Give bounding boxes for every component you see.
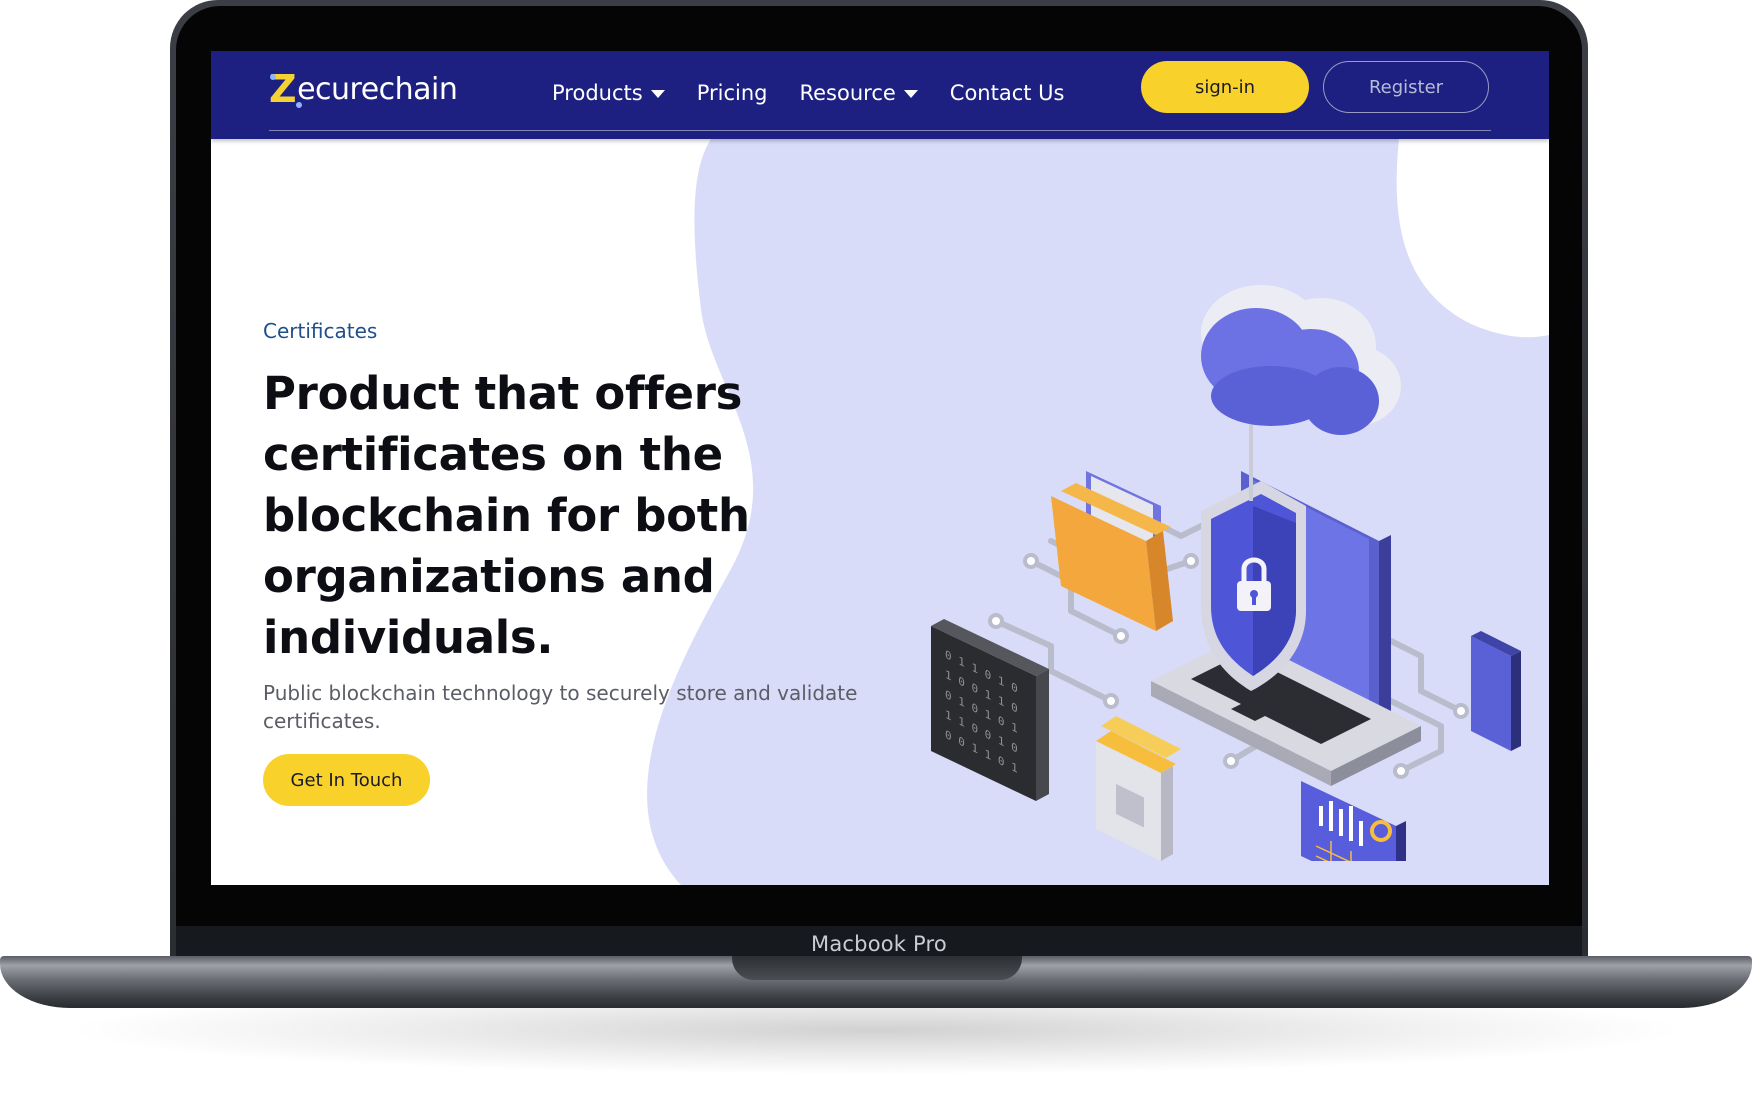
header-divider	[269, 130, 1491, 131]
zecurechain-logo[interactable]: Z ecurechain	[269, 65, 458, 113]
phone-icon	[1471, 631, 1521, 751]
nav-products-label: Products	[552, 81, 643, 105]
nav-products[interactable]: Products	[552, 81, 665, 105]
hero-subcopy: Public blockchain technology to securely…	[263, 681, 858, 733]
security-illustration: 0 1 1 0 1 0 1 0 0 1 1 0 0 1 0 1 0 1 1 1 …	[931, 285, 1521, 861]
nav-resource[interactable]: Resource	[799, 81, 918, 105]
document-icon	[1096, 716, 1181, 861]
main-nav: Products Pricing Resource Contact Us	[552, 73, 1065, 113]
nav-resource-label: Resource	[799, 81, 896, 105]
cloud-icon	[1201, 285, 1401, 501]
get-in-touch-button[interactable]: Get In Touch	[263, 754, 430, 806]
logo-node-icon	[270, 74, 302, 108]
nav-pricing[interactable]: Pricing	[697, 81, 768, 105]
binary-tablet-icon: 0 1 1 0 1 0 1 0 0 1 1 0 0 1 0 1 0 1 1 1 …	[931, 619, 1049, 801]
site-header: Z ecurechain Products Pricing Resource C…	[211, 51, 1549, 139]
caret-down-icon	[903, 90, 918, 98]
logo-wordmark: ecurechain	[297, 71, 458, 107]
caret-down-icon	[650, 90, 665, 98]
register-button[interactable]: Register	[1323, 61, 1489, 113]
hero-eyebrow: Certificates	[263, 319, 378, 343]
chart-tablet-icon	[1301, 781, 1406, 861]
browser-screen: Z ecurechain Products Pricing Resource C…	[211, 51, 1549, 885]
nav-contact-us[interactable]: Contact Us	[950, 81, 1065, 105]
nav-contact-us-label: Contact Us	[949, 81, 1065, 105]
hero-headline: Product that offers certificates on the …	[263, 367, 750, 664]
nav-pricing-label: Pricing	[696, 81, 768, 105]
sign-in-button[interactable]: sign-in	[1141, 61, 1309, 113]
laptop-notch	[732, 956, 1022, 980]
